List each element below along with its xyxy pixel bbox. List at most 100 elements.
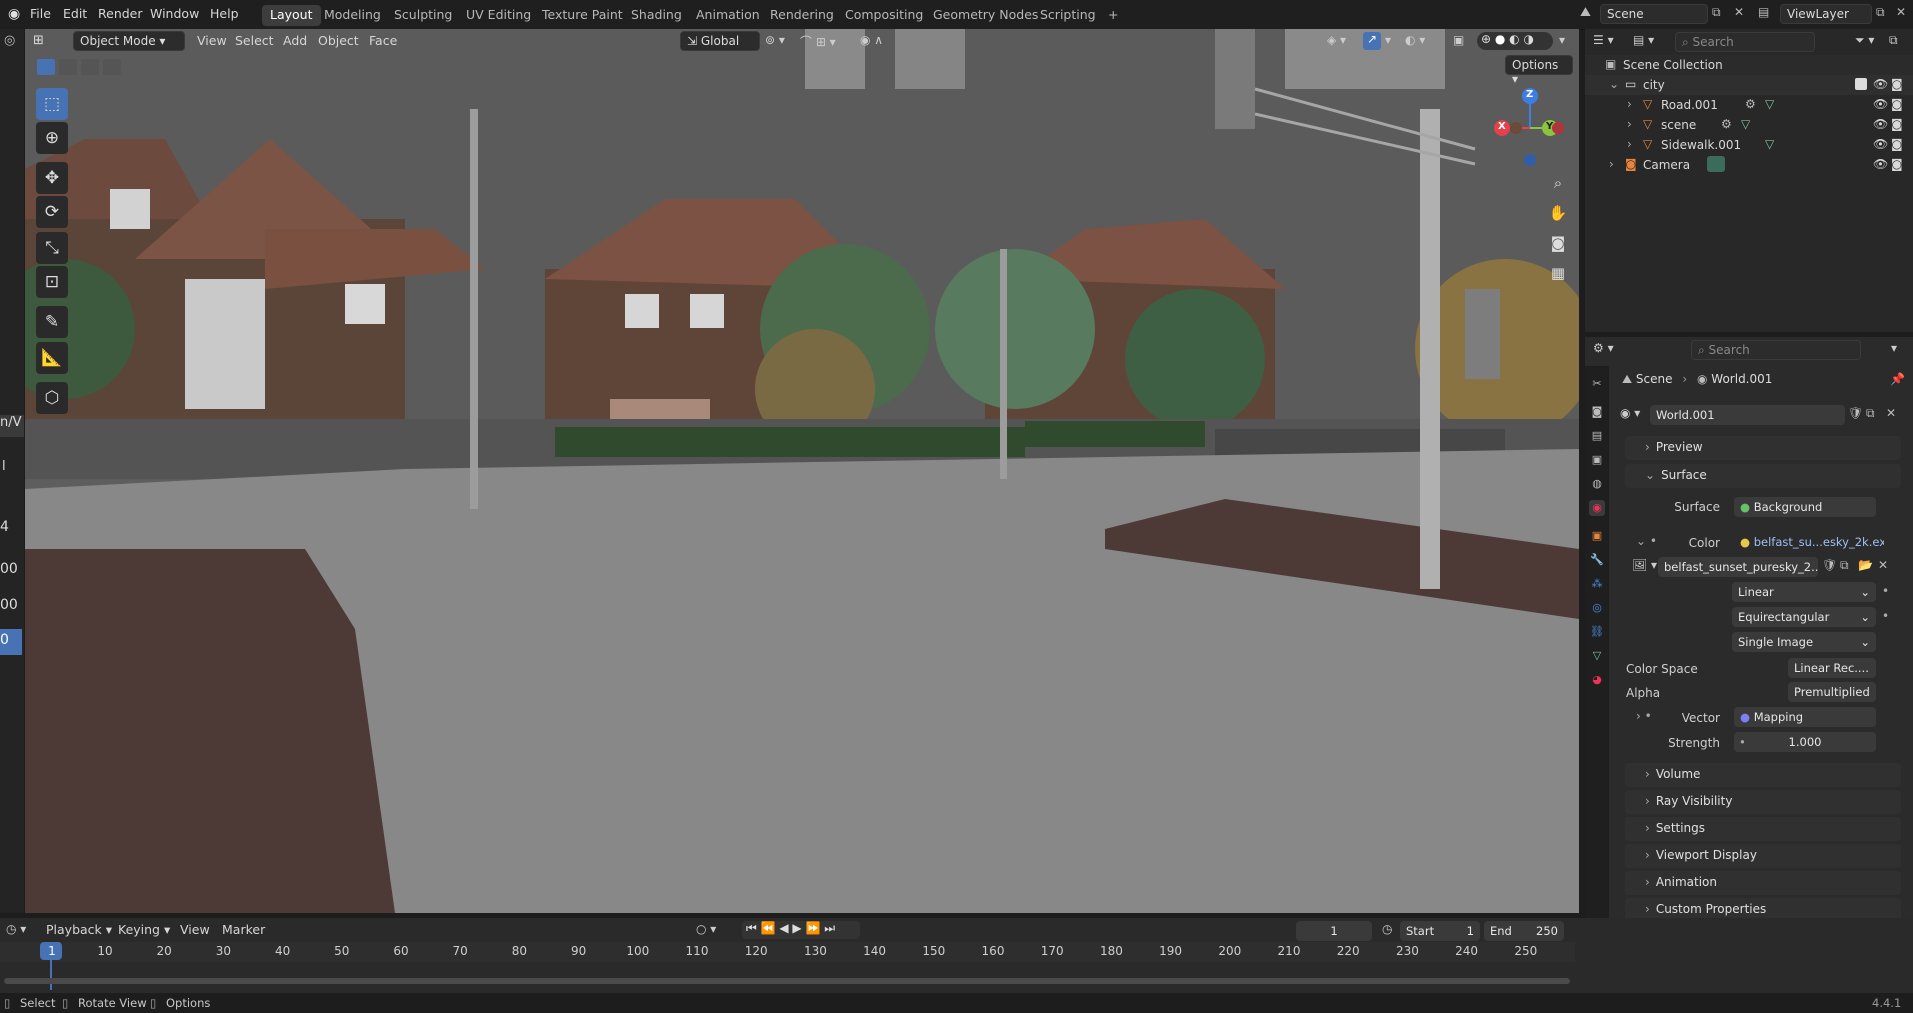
camera-data-icon[interactable] — [1707, 156, 1725, 172]
add-cube-tool[interactable]: ⬡ — [36, 382, 68, 414]
world-browse-icon[interactable]: ◉ ▾ — [1620, 406, 1640, 420]
eye-icon[interactable]: 👁 — [1873, 117, 1888, 131]
gizmo-dropdown-icon[interactable]: ▾ — [1385, 33, 1391, 47]
scene-tab-icon[interactable]: ◍ — [1589, 476, 1605, 492]
playback-controls[interactable]: ⏮ ⏪ ◀ ▶ ⏩ ⏭ — [742, 921, 860, 939]
menu-view[interactable]: View — [180, 922, 210, 937]
measure-tool[interactable]: 📐 — [36, 342, 68, 374]
new-world-icon[interactable]: ⧉ — [1866, 406, 1875, 421]
options-dropdown[interactable]: Options ▾ — [1505, 55, 1573, 86]
camera-view-icon[interactable]: ◙ — [1545, 230, 1571, 256]
tab-rendering[interactable]: Rendering — [762, 5, 842, 26]
blender-logo-icon[interactable]: ◉ — [8, 6, 24, 22]
scene-icon[interactable]: ⛰ — [1580, 5, 1596, 21]
strength-slider[interactable]: • 1.000 — [1734, 732, 1876, 752]
panel-surface[interactable]: ⌄ Surface — [1625, 464, 1901, 488]
timeline-editor-icon[interactable]: ◷ ▾ — [6, 922, 26, 936]
auto-keying-icon[interactable]: ○ ▾ — [696, 922, 716, 936]
expand-icon[interactable]: › — [1627, 117, 1632, 131]
eye-icon[interactable]: 👁 — [1873, 137, 1888, 151]
material-tab-icon[interactable]: ◕ — [1589, 672, 1605, 688]
render-camera-icon[interactable]: ◙ — [1891, 117, 1903, 131]
sidebar-fragment-value-selected[interactable]: 0 — [0, 629, 22, 655]
image-browse-icon[interactable]: 🖼 ▾ — [1632, 558, 1657, 572]
new-image-icon[interactable]: ⧉ — [1840, 558, 1849, 573]
delete-view-layer-icon[interactable]: ✕ — [1896, 5, 1912, 21]
menu-add[interactable]: Add — [283, 33, 307, 48]
image-name-field[interactable]: belfast_sunset_puresky_2... — [1658, 557, 1818, 577]
color-space-dropdown[interactable]: Linear Rec....⌄ — [1788, 658, 1876, 678]
menu-keying[interactable]: Keying ▾ — [118, 922, 170, 937]
select-new-icon[interactable] — [37, 59, 55, 75]
zoom-icon[interactable]: ⌕ — [1545, 170, 1571, 196]
select-intersect-icon[interactable] — [103, 59, 121, 75]
annotate-tool[interactable]: ✎ — [36, 306, 68, 338]
constraints-tab-icon[interactable]: ⛓ — [1589, 624, 1605, 640]
timeline-scrollbar[interactable] — [4, 978, 1570, 984]
preview-range-icon[interactable]: ◷ — [1382, 922, 1392, 936]
tab-layout[interactable]: Layout — [262, 5, 321, 26]
eye-icon[interactable]: 👁 — [1873, 97, 1888, 111]
mesh-data-icon[interactable]: ▽ — [1765, 137, 1774, 151]
tab-scripting[interactable]: Scripting — [1032, 5, 1104, 26]
tab-animation[interactable]: Animation — [688, 5, 768, 26]
panel-volume[interactable]: › Volume — [1625, 763, 1901, 787]
mesh-data-icon[interactable]: ▽ — [1741, 117, 1750, 131]
scale-tool[interactable]: ⤡ — [36, 232, 68, 264]
select-mode-buttons[interactable] — [37, 59, 141, 77]
menu-playback[interactable]: Playback ▾ — [46, 922, 112, 937]
tab-uv-editing[interactable]: UV Editing — [458, 5, 539, 26]
open-image-icon[interactable]: 📂 — [1858, 558, 1873, 572]
outliner-row-scene-collection[interactable]: ▣ Scene Collection — [1585, 55, 1913, 75]
ortho-grid-icon[interactable]: ▦ — [1545, 260, 1571, 286]
modifier-icon[interactable]: ⚙ — [1745, 97, 1756, 111]
breadcrumb-scene[interactable]: Scene — [1636, 372, 1673, 386]
expand-icon[interactable]: › — [1627, 97, 1632, 111]
menu-object[interactable]: Object — [318, 33, 359, 48]
xray-icon[interactable]: ▣ — [1453, 33, 1464, 47]
delete-scene-icon[interactable]: ✕ — [1734, 5, 1750, 21]
tab-geometry-nodes[interactable]: Geometry Nodes — [925, 5, 1046, 26]
transform-orientation[interactable]: ⇲ Global — [680, 31, 760, 51]
sidebar-fragment-tab[interactable]: n/V — [0, 415, 24, 437]
panel-preview[interactable]: › Preview — [1625, 436, 1901, 460]
new-scene-icon[interactable]: ⧉ — [1712, 5, 1728, 21]
world-name-field[interactable]: World.001 — [1650, 405, 1845, 425]
filter-icon[interactable]: ⏷ ▾ — [1855, 33, 1874, 48]
visibility-icon[interactable]: ◈ ▾ — [1327, 33, 1346, 47]
menu-window[interactable]: Window — [150, 6, 199, 21]
menu-face[interactable]: Face — [369, 33, 397, 48]
editor-type-icon[interactable]: ◎ — [4, 33, 15, 48]
panel-animation[interactable]: › Animation — [1625, 871, 1901, 895]
menu-marker[interactable]: Marker — [222, 922, 265, 937]
shading-mode-buttons[interactable]: ⊕ ● ◐ ◑ — [1477, 32, 1553, 50]
current-frame-field[interactable]: 1 — [1296, 921, 1372, 941]
properties-editor-icon[interactable]: ⚙ ▾ — [1593, 341, 1614, 355]
panel-ray-visibility[interactable]: › Ray Visibility — [1625, 790, 1901, 814]
eye-icon[interactable]: 👁 — [1873, 157, 1888, 171]
tab-compositing[interactable]: Compositing — [837, 5, 931, 26]
snap-icon[interactable]: ⌒ ⊞ ▾ — [800, 33, 836, 50]
tool-tab-icon[interactable]: ✂ — [1589, 376, 1605, 392]
surface-shader-field[interactable]: ● Background — [1734, 497, 1876, 517]
panel-viewport-display[interactable]: › Viewport Display — [1625, 844, 1901, 868]
alpha-dropdown[interactable]: Premultiplied⌄ — [1788, 682, 1876, 702]
properties-search-input[interactable]: ⌕ Search — [1691, 340, 1861, 360]
menu-help[interactable]: Help — [210, 6, 239, 21]
breadcrumb-world[interactable]: World.001 — [1711, 372, 1772, 386]
render-camera-icon[interactable]: ◙ — [1891, 157, 1903, 171]
outliner-row-road[interactable]: › ▽ Road.001 ⚙ ▽ 👁 ◙ — [1585, 95, 1913, 115]
vector-input-field[interactable]: ● Mapping — [1734, 707, 1876, 727]
gizmo-toggle-icon[interactable]: ↗ — [1363, 32, 1381, 50]
keyframe-dot-icon[interactable]: • — [1882, 584, 1889, 598]
start-frame-field[interactable]: Start 1 — [1400, 921, 1480, 941]
move-tool[interactable]: ✥ — [36, 162, 68, 194]
navigation-gizmo[interactable]: Z X Y — [1490, 86, 1570, 166]
render-camera-icon[interactable]: ◙ — [1891, 97, 1903, 111]
view-layer-selector[interactable]: ViewLayer — [1780, 4, 1872, 24]
select-extend-icon[interactable] — [59, 59, 77, 75]
projection-dropdown[interactable]: Equirectangular ⌄ — [1732, 607, 1876, 627]
editor-type-icon[interactable]: ⊞ — [33, 33, 44, 48]
display-mode-icon[interactable]: ▤ ▾ — [1633, 33, 1654, 47]
expand-icon[interactable]: ⌄ — [1609, 77, 1619, 91]
